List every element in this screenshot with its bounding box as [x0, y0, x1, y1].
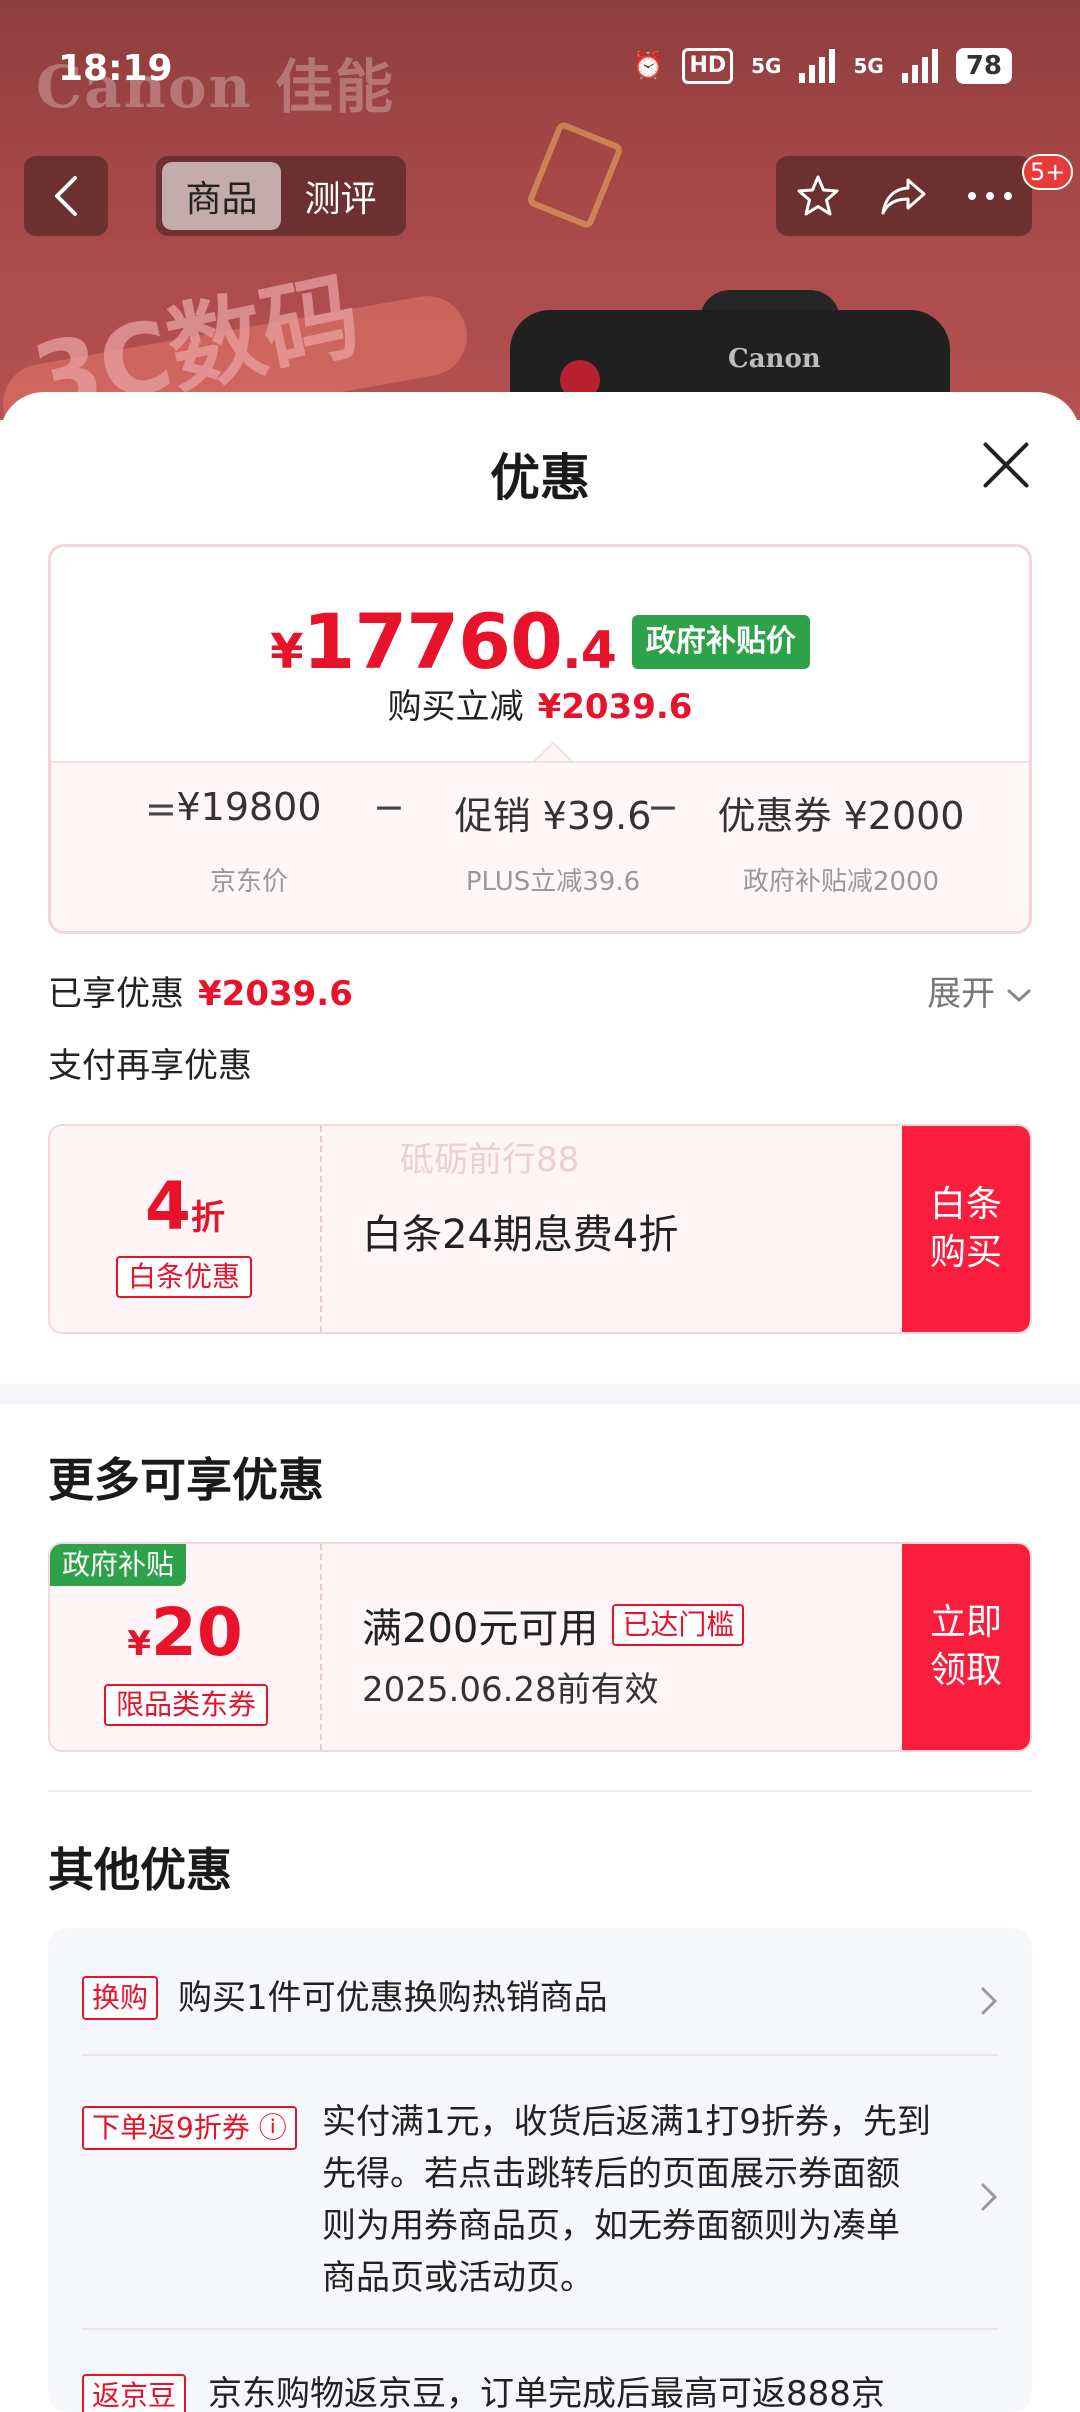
status-time: 18:19: [58, 48, 173, 89]
jd-price-label: 京东价: [209, 867, 288, 897]
more-icon[interactable]: [966, 190, 1014, 202]
price-summary: ¥17760.4 政府补贴价 购买立减 ¥2039.6: [51, 547, 1029, 763]
minus-sign-1: −: [373, 785, 405, 829]
gov-subsidy-reduction-label: 政府补贴减2000: [742, 867, 940, 897]
price-breakdown-card: ¥17760.4 政府补贴价 购买立减 ¥2039.6 = ¥19800 京东价 …: [48, 544, 1032, 934]
more-offers-title: 更多可享优惠: [48, 1453, 324, 1507]
product-tabs: 商品 测评: [156, 156, 406, 236]
list-item[interactable]: 返京豆 京东购物返京豆，订单完成后最高可返888京: [82, 2368, 998, 2412]
other-offers-title: 其他优惠: [48, 1843, 232, 1897]
expand-button[interactable]: 展开: [927, 966, 1032, 1015]
section-divider: [0, 1384, 1080, 1404]
price-formula: = ¥19800 京东价 − 促销 ¥39.6 PLUS立减39.6 − 优惠券…: [51, 761, 1029, 931]
baitiao-buy-button[interactable]: 白条购买: [902, 1126, 1030, 1332]
claim-coupon-button[interactable]: 立即领取: [902, 1544, 1030, 1750]
threshold-reached-tag: 已达门槛: [612, 1604, 745, 1646]
coupon-condition: 满200元可用: [362, 1606, 599, 1652]
enjoyed-value: ¥2039.6: [198, 974, 353, 1014]
back-button[interactable]: [24, 156, 108, 236]
share-icon[interactable]: [878, 172, 930, 220]
chevron-right-icon: [981, 1987, 998, 2015]
minus-sign-2: −: [647, 785, 679, 829]
signal-icon-2: [901, 49, 938, 83]
watermark-text: 砥砺前行88: [400, 1140, 580, 1180]
expand-label: 展开: [927, 974, 996, 1014]
status-bar: 18:19 ⏰ HD 5G 5G 78: [0, 0, 1080, 140]
price-currency: ¥: [270, 624, 303, 680]
baitiao-buy-label: 白条购买: [929, 1184, 1002, 1273]
star-icon[interactable]: [794, 172, 842, 220]
coupon-type-tag: 限品类东券: [104, 1684, 269, 1726]
offer-text: 实付满1元，收货后返满1打9折券，先到先得。若点击跳转后的页面展示券面额则为用券…: [322, 2102, 931, 2298]
status-icons: ⏰ HD 5G 5G 78: [632, 48, 1012, 84]
gov-subsidy-tag: 政府补贴: [50, 1544, 187, 1586]
pay-more-discounts-label: 支付再享优惠: [48, 1046, 252, 1086]
chevron-left-icon: [55, 176, 77, 216]
baitiao-discount-unit: 折: [190, 1198, 225, 1238]
close-icon[interactable]: [980, 440, 1030, 490]
plus-reduction-label: PLUS立减39.6: [465, 867, 641, 897]
offer-tag: 下单返9折券 ⓘ: [82, 2106, 297, 2150]
hd-icon: HD: [682, 48, 734, 84]
final-price: ¥17760.4: [270, 597, 617, 686]
alarm-icon: ⏰: [632, 51, 665, 81]
offer-text: 购买1件可优惠换购热销商品: [178, 1978, 608, 2018]
battery-icon: 78: [955, 48, 1012, 84]
chevron-down-icon: [1007, 989, 1031, 1003]
coupon-card: ¥20 限品类东券 政府补贴 满200元可用 已达门槛 2025.06.28前有效…: [48, 1542, 1032, 1752]
baitiao-offer-card: 4折 白条优惠 砥砺前行88 白条24期息费4折 白条购买: [48, 1124, 1032, 1334]
top-actions: [776, 156, 1032, 236]
coupon-condition-row: 满200元可用 已达门槛: [362, 1596, 745, 1654]
offer-tag: 换购: [82, 1976, 159, 2020]
enjoyed-discount: 已享优惠 ¥2039.6: [48, 966, 353, 1015]
network-5g-label-2: 5G: [853, 54, 884, 78]
camera-brand-label: Canon: [728, 344, 821, 374]
coupon-currency: ¥: [127, 1624, 151, 1664]
info-icon[interactable]: ⓘ: [259, 2111, 287, 2144]
gov-subsidy-price-tag: 政府补贴价: [631, 614, 810, 669]
coupon-validity: 2025.06.28前有效: [362, 1670, 659, 1710]
price-decimal: .4: [561, 621, 617, 681]
list-item[interactable]: 换购 购买1件可优惠换购热销商品: [82, 1972, 998, 2032]
baitiao-tag: 白条优惠: [116, 1256, 253, 1298]
price-integer: 17760: [302, 597, 563, 686]
sheet-title: 优惠: [490, 449, 590, 507]
tab-review[interactable]: 测评: [281, 162, 400, 230]
enjoyed-label: 已享优惠: [48, 974, 184, 1014]
final-price-row: ¥17760.4 政府补贴价: [51, 597, 1029, 686]
purchase-reduction: 购买立减 ¥2039.6: [51, 679, 1029, 728]
chevron-right-icon: [981, 2183, 998, 2211]
reduce-value: ¥2039.6: [537, 687, 693, 727]
list-item[interactable]: 下单返9折券 ⓘ 实付满1元，收货后返满1打9折券，先到先得。若点击跳转后的页面…: [82, 2096, 998, 2298]
offer-text: 京东购物返京豆，订单完成后最高可返888京: [208, 2374, 885, 2412]
thin-divider: [48, 1790, 1032, 1792]
tab-product[interactable]: 商品: [162, 162, 281, 230]
jd-price-value: ¥19800: [176, 785, 322, 829]
coupon-amount: ¥20: [50, 1594, 320, 1671]
coupon-amount-number: 20: [150, 1594, 243, 1671]
baitiao-discount-panel: 4折 白条优惠: [50, 1126, 322, 1332]
notification-badge: 5+: [1022, 154, 1074, 190]
reduce-label: 购买立减: [387, 687, 524, 727]
list-divider: [82, 2328, 998, 2330]
offer-tag-label: 下单返9折券: [92, 2111, 250, 2144]
coupon-value: 优惠券 ¥2000: [717, 794, 965, 838]
network-5g-label-1: 5G: [751, 54, 782, 78]
list-divider: [82, 2054, 998, 2056]
baitiao-discount-number: 4: [145, 1168, 191, 1245]
signal-icon-1: [799, 49, 836, 83]
other-offers-list: 换购 购买1件可优惠换购热销商品 下单返9折券 ⓘ 实付满1元，收货后返满1打9…: [48, 1928, 1032, 2412]
baitiao-discount: 4折: [50, 1168, 320, 1245]
offer-tag: 返京豆: [82, 2374, 187, 2412]
claim-coupon-label: 立即领取: [929, 1602, 1002, 1691]
baitiao-description: 白条24期息费4折: [362, 1212, 679, 1258]
